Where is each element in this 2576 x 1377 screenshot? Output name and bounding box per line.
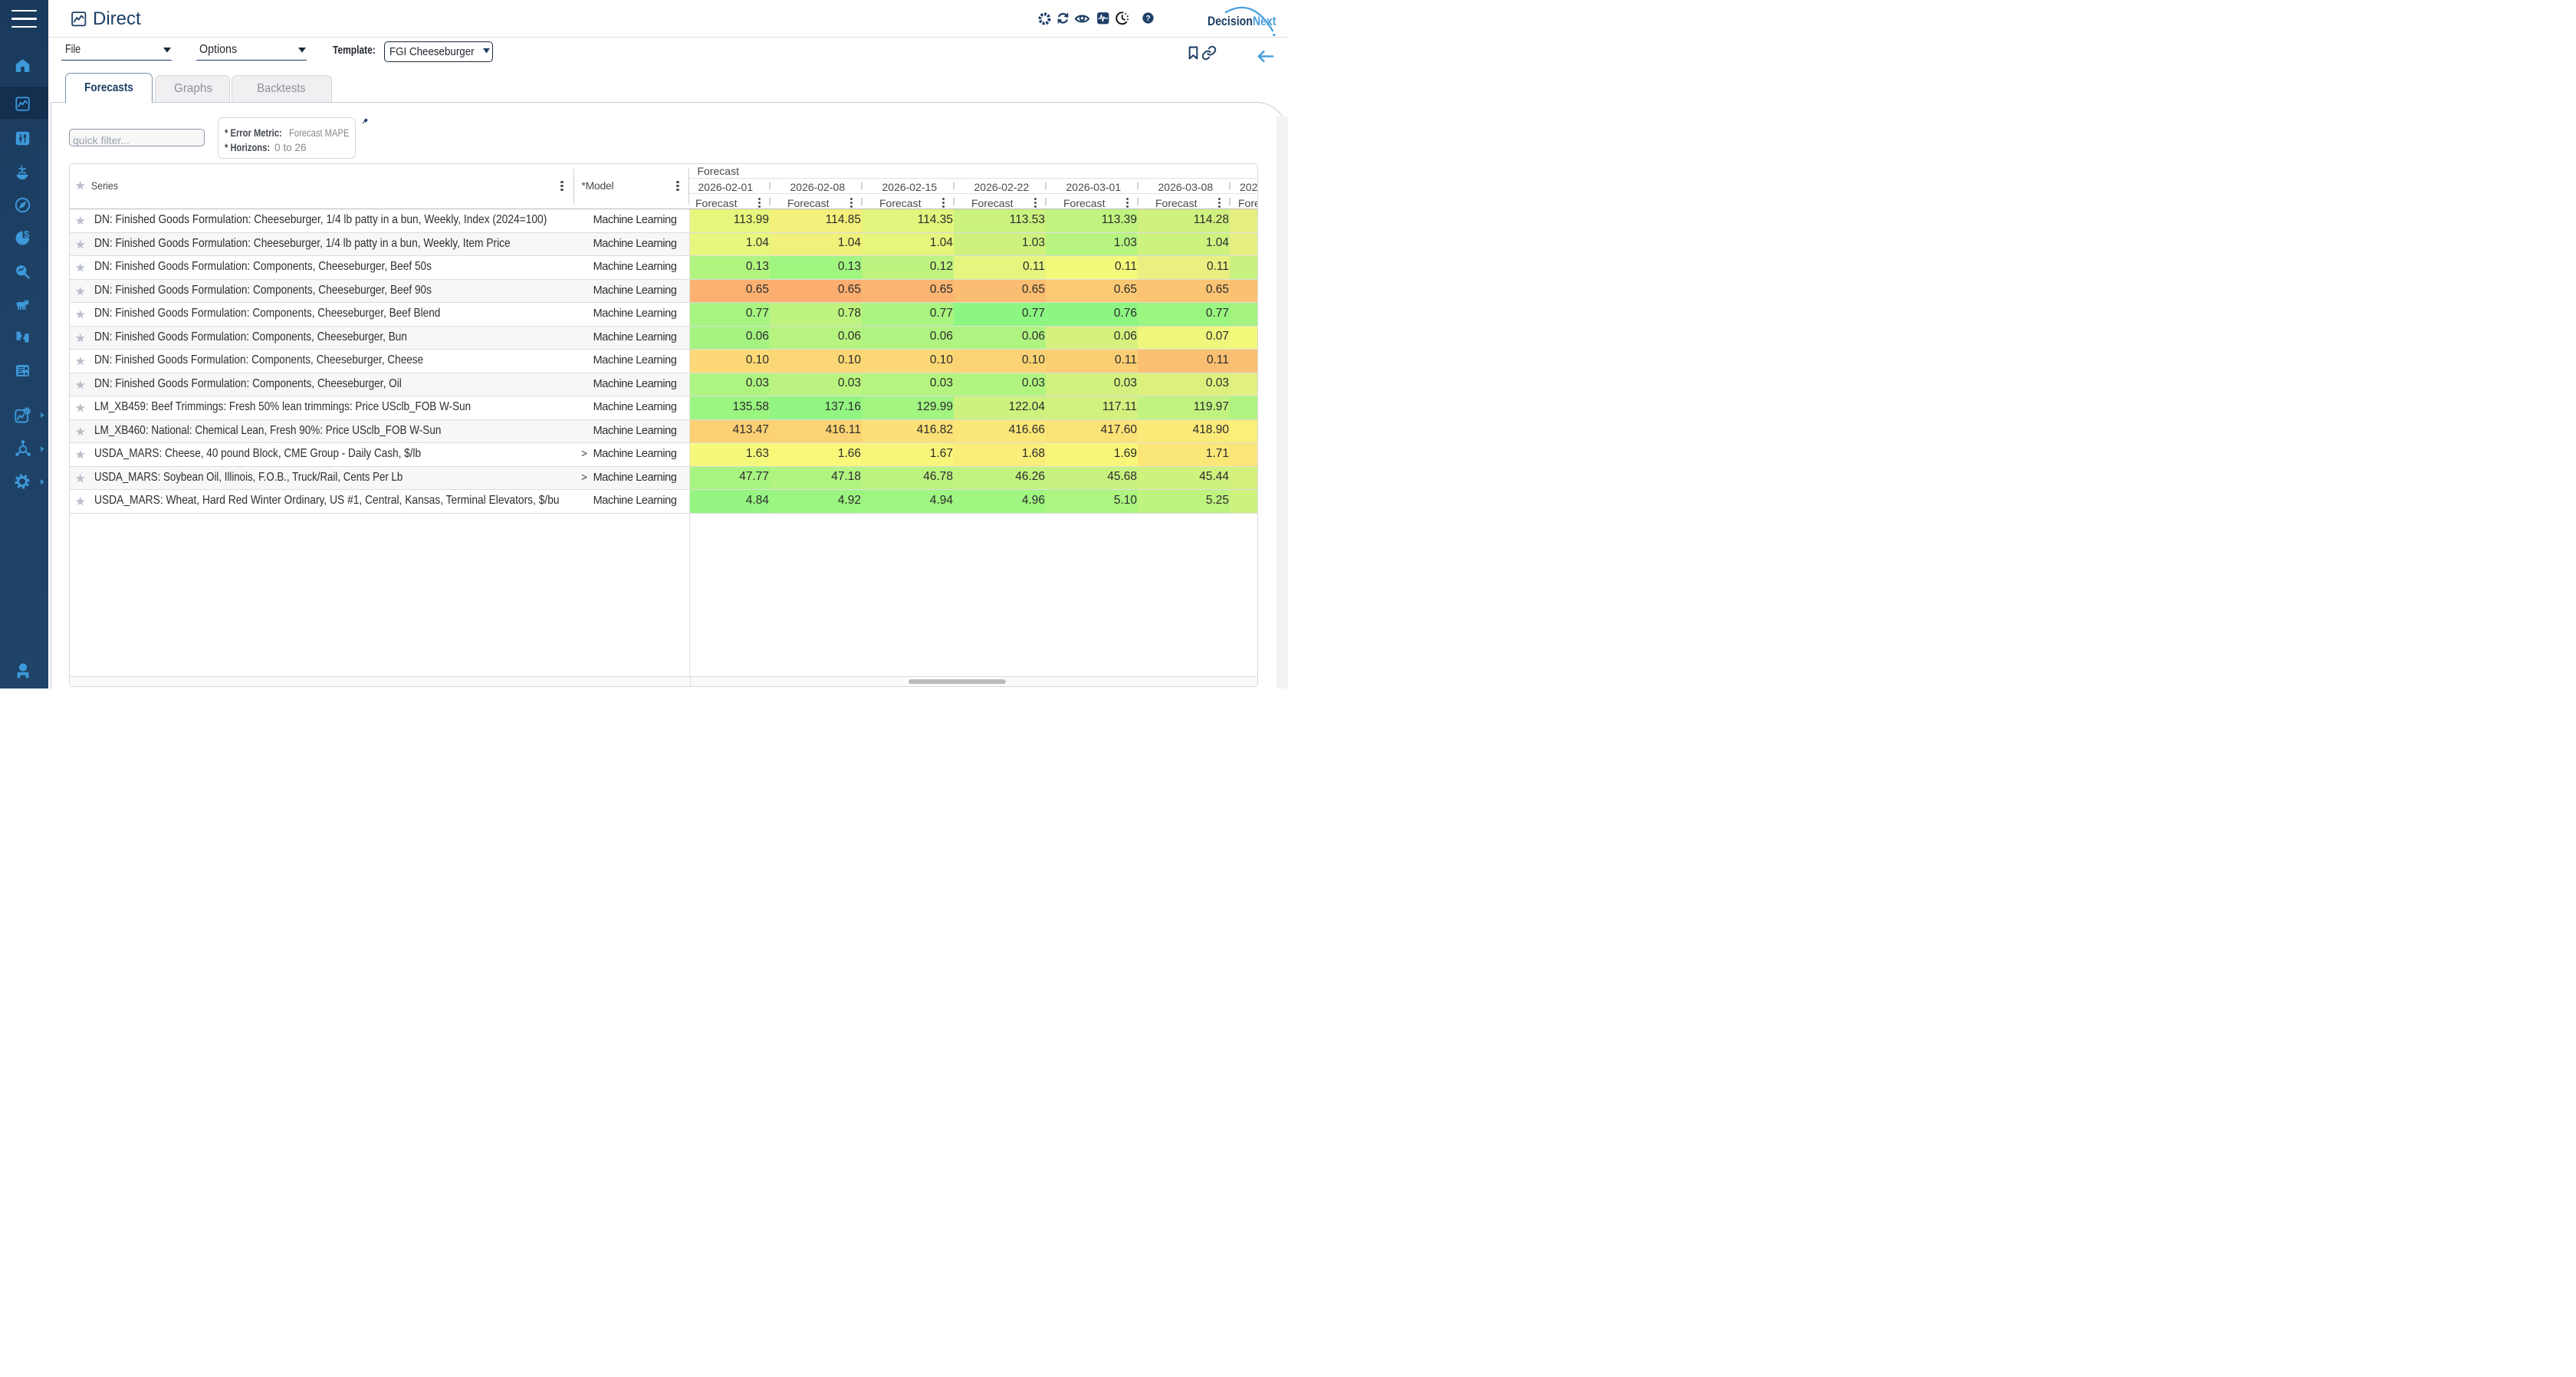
svg-text:$: $ <box>24 230 29 240</box>
svg-text:?: ? <box>1145 15 1150 23</box>
